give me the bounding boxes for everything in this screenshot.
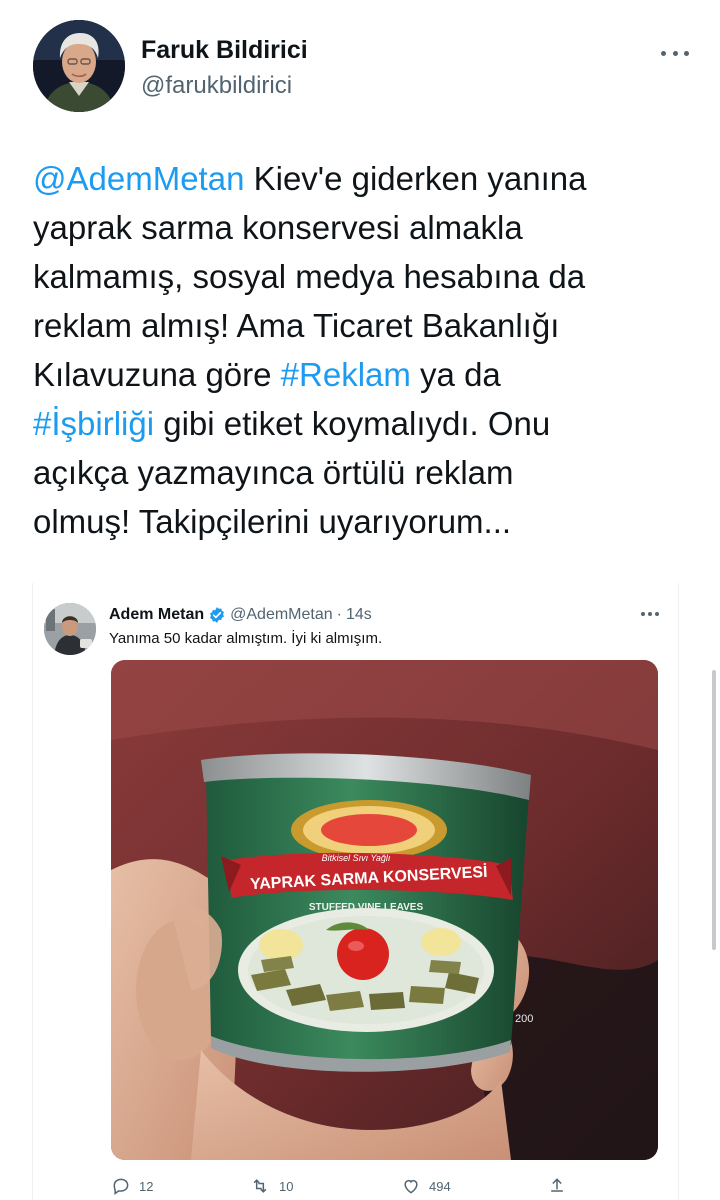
verified-badge-icon <box>210 607 225 623</box>
can-weight-label: 200 <box>515 1013 533 1025</box>
reply-button[interactable]: 12 <box>111 1176 153 1196</box>
hashtag-link[interactable]: #İşbirliği <box>33 405 154 442</box>
quoted-timestamp[interactable]: 14s <box>346 606 372 624</box>
tweet-text-line: reklam almış! Ama Ticaret Bakanlığı <box>33 301 693 350</box>
share-button[interactable] <box>547 1176 575 1196</box>
quoted-avatar-image <box>44 603 96 655</box>
tweet-text-line: açıkça yazmayınca örtülü reklam <box>33 448 693 497</box>
retweet-count: 10 <box>279 1178 294 1194</box>
tweet-text-segment: kalmamış, sosyal medya hesabına da <box>33 258 586 295</box>
meta-separator: · <box>336 606 342 623</box>
quoted-meta-row: Adem Metan @AdemMetan · 14s <box>109 604 372 626</box>
quoted-action-bar: 12 10 494 <box>111 1172 611 1200</box>
quoted-author-avatar[interactable] <box>44 603 96 655</box>
mention-link[interactable]: @AdemMetan <box>33 160 244 197</box>
quoted-media-image[interactable]: Bitkisel Sıvı Yağlı YAPRAK SARMA KONSERV… <box>111 660 658 1160</box>
tweet-text-segment: Kiev'e giderken yanına <box>244 160 587 197</box>
quoted-author-name[interactable]: Adem Metan <box>109 606 204 624</box>
hashtag-link[interactable]: #Reklam <box>281 356 411 393</box>
scrollbar[interactable] <box>709 0 720 1200</box>
tweet-text-segment: gibi etiket koymalıydı. Onu <box>154 405 551 442</box>
author-avatar-image <box>33 20 125 112</box>
tweet-text: @AdemMetan Kiev'e giderken yanına yaprak … <box>33 154 693 546</box>
quoted-author-handle[interactable]: @AdemMetan <box>230 606 333 624</box>
like-count: 494 <box>429 1178 451 1194</box>
tweet-text-segment: açıkça yazmayınca örtülü reklam <box>33 454 514 491</box>
more-dot <box>648 612 652 616</box>
tweet-text-segment: Kılavuzuna göre <box>33 356 281 393</box>
tweet-text-line: Kılavuzuna göre #Reklam ya da <box>33 350 693 399</box>
like-button[interactable]: 494 <box>401 1176 451 1196</box>
more-dot <box>672 50 678 56</box>
vine-leaves-can-photo: Bitkisel Sıvı Yağlı YAPRAK SARMA KONSERV… <box>111 660 658 1160</box>
share-icon <box>551 1178 563 1192</box>
tweet-text-line: kalmamış, sosyal medya hesabına da <box>33 252 693 301</box>
tweet-text-segment: yaprak sarma konservesi almakla <box>33 209 523 246</box>
author-avatar[interactable] <box>33 20 125 112</box>
tweet-text-line: yaprak sarma konservesi almakla <box>33 203 693 252</box>
author-name[interactable]: Faruk Bildirici <box>141 36 308 65</box>
more-options-button[interactable] <box>661 46 689 60</box>
tweet-header: Faruk Bildirici @farukbildirici <box>33 20 693 120</box>
can-brand-line: Bitkisel Sıvı Yağlı <box>322 853 391 863</box>
more-horizontal-icon <box>641 612 645 616</box>
more-dot <box>684 50 689 56</box>
scrollbar-thumb[interactable] <box>712 670 716 950</box>
tweet-text-segment: ya da <box>410 356 501 393</box>
tweet-text-line: #İşbirliği gibi etiket koymalıydı. Onu <box>33 399 693 448</box>
more-horizontal-icon <box>661 50 666 56</box>
tweet-text-segment: olmuş! Takipçilerini uyarıyorum... <box>33 503 512 540</box>
tweet-text-segment: reklam almış! Ama Ticaret Bakanlığı <box>33 307 560 344</box>
reply-count: 12 <box>139 1178 154 1194</box>
retweet-button[interactable]: 10 <box>249 1176 293 1196</box>
tweet-text-line: olmuş! Takipçilerini uyarıyorum... <box>33 497 693 546</box>
tweet-text-line: @AdemMetan Kiev'e giderken yanına <box>33 154 693 203</box>
author-handle[interactable]: @farukbildirici <box>141 72 292 100</box>
more-dot <box>655 612 659 616</box>
like-icon <box>404 1179 418 1194</box>
quoted-more-options-button[interactable] <box>641 611 659 617</box>
reply-icon <box>113 1178 129 1195</box>
retweet-icon <box>253 1179 267 1193</box>
quoted-tweet-text: Yanıma 50 kadar almıştım. İyi ki almışım… <box>109 630 383 647</box>
quoted-tweet-card[interactable]: Adem Metan @AdemMetan · 14s Yanıma 50 ka… <box>32 583 679 1200</box>
